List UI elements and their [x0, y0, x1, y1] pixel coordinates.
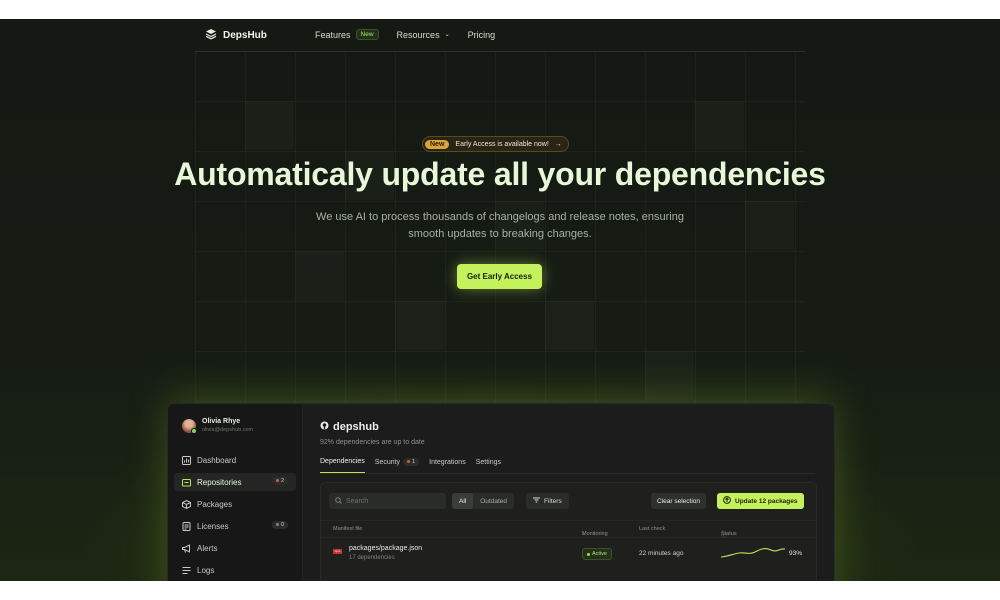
filter-lines-icon — [533, 497, 540, 505]
top-nav: DepsHub Features New Resources ⌄ Pricing — [195, 19, 805, 52]
nav-link-label: Features — [315, 29, 351, 40]
search-input[interactable]: Search — [329, 493, 446, 509]
new-badge: New — [355, 29, 379, 40]
user-email: olivia@depshub.com — [202, 427, 254, 433]
table-header: Manifest file Monitoring ↓ Last check St… — [321, 520, 816, 539]
segment-outdated[interactable]: Outdated — [473, 493, 514, 509]
sidebar-item-label: Alerts — [197, 543, 218, 553]
count-badge: 0 — [271, 521, 288, 529]
chevron-down-icon: ⌄ — [444, 32, 450, 38]
tab-label: Security — [374, 458, 401, 466]
new-tag: New — [425, 139, 450, 149]
clear-selection-button[interactable]: Clear selection — [651, 493, 706, 509]
sidebar-item-dashboard[interactable]: Dashboard — [174, 451, 296, 469]
npm-icon: npm — [333, 549, 342, 554]
filter-segmented-control: All Outdated — [452, 493, 514, 509]
sidebar-item-licenses[interactable]: Licenses 0 — [174, 517, 296, 535]
arrow-up-circle-icon — [723, 496, 731, 506]
badge-dot — [407, 460, 411, 464]
sidebar-item-label: Dashboard — [197, 455, 237, 465]
brand-name: DepsHub — [223, 30, 267, 41]
lines-icon — [181, 565, 191, 575]
segment-all[interactable]: All — [452, 493, 474, 509]
avatar — [182, 418, 197, 434]
repo-tabs: Dependencies Security 1 Integrations Set… — [320, 458, 501, 473]
get-early-access-button[interactable]: Get Early Access — [457, 264, 542, 289]
search-placeholder: Search — [346, 497, 369, 505]
chart-bar-icon — [181, 455, 191, 465]
repo-name: depshub — [333, 421, 379, 433]
column-last-check[interactable]: Last check — [639, 526, 665, 532]
badge-count: 0 — [280, 522, 284, 528]
repo-title: depshub — [320, 421, 379, 433]
brand-logo[interactable]: DepsHub — [205, 28, 267, 43]
manifest-file-name: packages/package.json — [349, 545, 423, 552]
app-main: depshub 92% dependencies are up to date … — [302, 404, 834, 581]
tabs-divider — [320, 473, 815, 474]
nav-link-features[interactable]: Features New — [315, 29, 379, 40]
announcement-text: Early Access is available now! — [455, 140, 549, 148]
github-icon — [320, 421, 329, 433]
sidebar-item-repositories[interactable]: Repositories 2 — [174, 473, 296, 491]
app-sidebar: Olivia Rhye olivia@depshub.com Dashboard… — [168, 404, 303, 581]
user-profile[interactable]: Olivia Rhye olivia@depshub.com — [182, 418, 254, 434]
sidebar-item-label: Logs — [197, 565, 215, 575]
user-name: Olivia Rhye — [202, 418, 241, 425]
hero-title: Automaticaly update all your dependencie… — [174, 156, 826, 192]
hero-grid-background — [195, 51, 805, 451]
megaphone-icon — [181, 543, 191, 553]
sidebar-item-alerts[interactable]: Alerts — [174, 539, 296, 557]
nav-link-pricing[interactable]: Pricing — [468, 29, 496, 40]
filters-label: Filters — [544, 497, 562, 505]
table-row[interactable]: npm packages/package.json 17 dependencie… — [321, 537, 816, 569]
hero-subtitle-line: smooth updates to breaking changes. — [408, 228, 592, 240]
tab-security[interactable]: Security 1 — [374, 458, 420, 473]
status-sparkline — [721, 547, 785, 558]
hero-subtitle-line: We use AI to process thousands of change… — [316, 211, 684, 223]
column-manifest-file[interactable]: Manifest file — [333, 526, 362, 532]
last-check-time: 22 minutes ago — [639, 550, 684, 557]
app-preview: Olivia Rhye olivia@depshub.com Dashboard… — [167, 403, 835, 581]
repo-status: 92% dependencies are up to date — [320, 439, 425, 446]
sidebar-item-label: Licenses — [197, 521, 229, 531]
sidebar-item-label: Repositories — [197, 477, 242, 487]
sidebar-item-logs[interactable]: Logs — [174, 561, 296, 579]
nav-link-label: Resources — [396, 29, 440, 40]
sidebar-item-packages[interactable]: Packages — [174, 495, 296, 513]
badge-count: 2 — [280, 478, 284, 484]
tab-settings[interactable]: Settings — [476, 458, 501, 473]
update-packages-button[interactable]: Update 12 packages — [717, 493, 804, 509]
badge-count: 1 — [412, 459, 416, 465]
arrow-right-icon: → — [554, 140, 562, 148]
nav-link-resources[interactable]: Resources ⌄ — [397, 29, 450, 40]
status-dot — [587, 552, 590, 556]
landing-page: DepsHub Features New Resources ⌄ Pricing… — [0, 19, 1000, 581]
count-badge: 1 — [403, 458, 420, 466]
update-label: Update 12 packages — [735, 497, 798, 505]
folder-icon — [181, 477, 191, 487]
monitoring-label: Active — [592, 551, 607, 557]
filters-button[interactable]: Filters — [526, 493, 569, 509]
badge-dot — [275, 479, 279, 483]
badge-dot — [275, 523, 279, 527]
count-badge: 2 — [271, 477, 288, 485]
document-icon — [181, 521, 191, 531]
monitoring-status-badge: Active — [582, 548, 612, 560]
status-percentage: 93% — [789, 550, 803, 557]
layers-logo-icon — [205, 28, 217, 43]
early-access-announcement[interactable]: New Early Access is available now! → — [422, 136, 569, 152]
dependencies-panel: Search All Outdated Filters Clear select… — [320, 482, 817, 581]
search-icon — [335, 496, 342, 506]
hero-subtitle: We use AI to process thousands of change… — [300, 209, 700, 243]
sidebar-item-label: Packages — [197, 499, 233, 509]
tab-integrations[interactable]: Integrations — [429, 458, 466, 473]
package-icon — [181, 499, 191, 509]
dependency-count: 17 dependencies — [349, 555, 395, 561]
tab-dependencies[interactable]: Dependencies — [320, 458, 365, 473]
